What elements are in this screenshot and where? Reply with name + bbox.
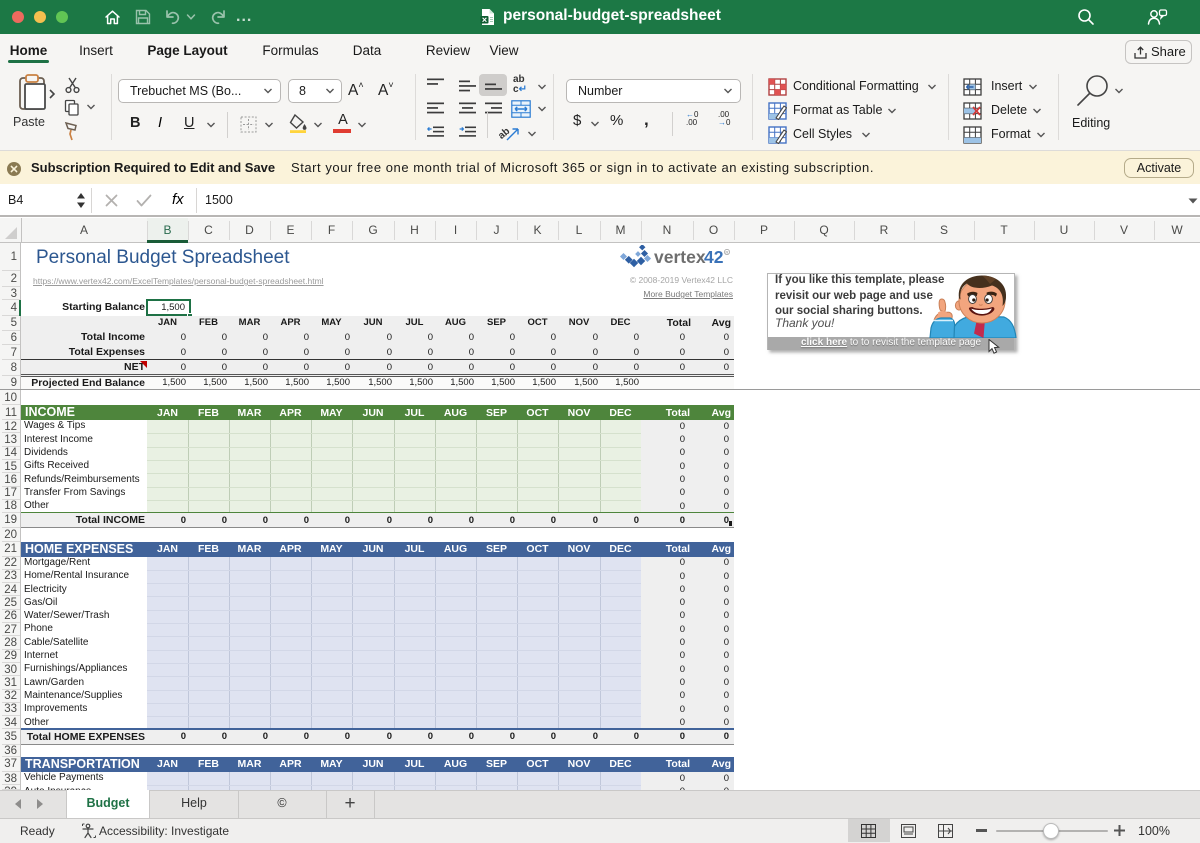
svg-text:vertex: vertex bbox=[654, 247, 706, 267]
svg-text:42: 42 bbox=[704, 247, 724, 267]
